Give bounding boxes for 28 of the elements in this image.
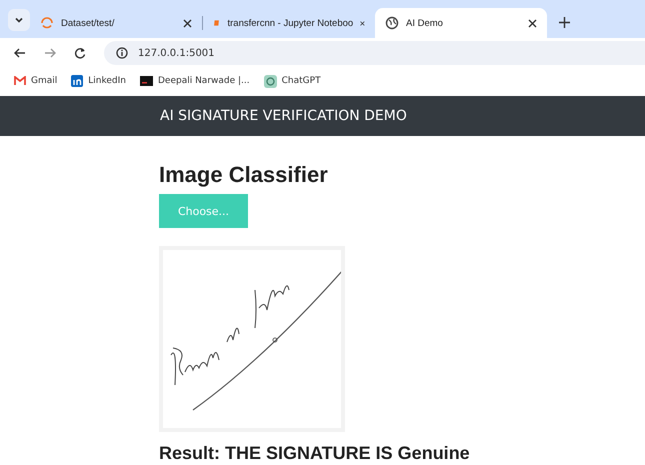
tab-list-button[interactable] <box>8 9 30 31</box>
browser-tab[interactable]: Dataset/test/ <box>30 8 202 38</box>
browser-tab[interactable]: AI Demo <box>375 8 547 38</box>
result-text: Result: THE SIGNATURE IS Genuine <box>159 442 471 464</box>
terminal-icon <box>140 76 153 86</box>
chevron-down-icon <box>14 15 24 25</box>
browser-tab[interactable]: transfercnn - Jupyter Noteboo <box>203 8 375 38</box>
reload-icon[interactable] <box>74 47 86 59</box>
close-icon[interactable] <box>360 18 365 28</box>
globe-icon <box>385 16 399 30</box>
loading-icon <box>40 16 54 30</box>
forward-icon[interactable] <box>44 47 56 59</box>
mail-icon <box>14 76 26 86</box>
bookmark[interactable]: LinkedIn <box>71 75 126 87</box>
bookmark[interactable]: Gmail <box>14 76 58 86</box>
linkedin-icon <box>71 75 84 87</box>
navbar-title: AI SIGNATURE VERIFICATION DEMO <box>160 108 407 124</box>
bookmark[interactable]: ChatGPT <box>264 74 321 88</box>
back-icon[interactable] <box>14 47 26 59</box>
chat-icon <box>264 74 277 88</box>
address-bar[interactable]: 127.0.0.1:5001 <box>104 41 645 65</box>
info-icon[interactable] <box>116 47 128 59</box>
url-text: 127.0.0.1:5001 <box>138 48 215 58</box>
page-heading: Image Classifier <box>159 162 329 188</box>
close-icon[interactable] <box>528 18 537 28</box>
bookmark[interactable]: Deepali Narwade |... <box>140 76 250 86</box>
close-icon[interactable] <box>183 18 192 28</box>
new-tab-icon[interactable] <box>559 17 570 28</box>
